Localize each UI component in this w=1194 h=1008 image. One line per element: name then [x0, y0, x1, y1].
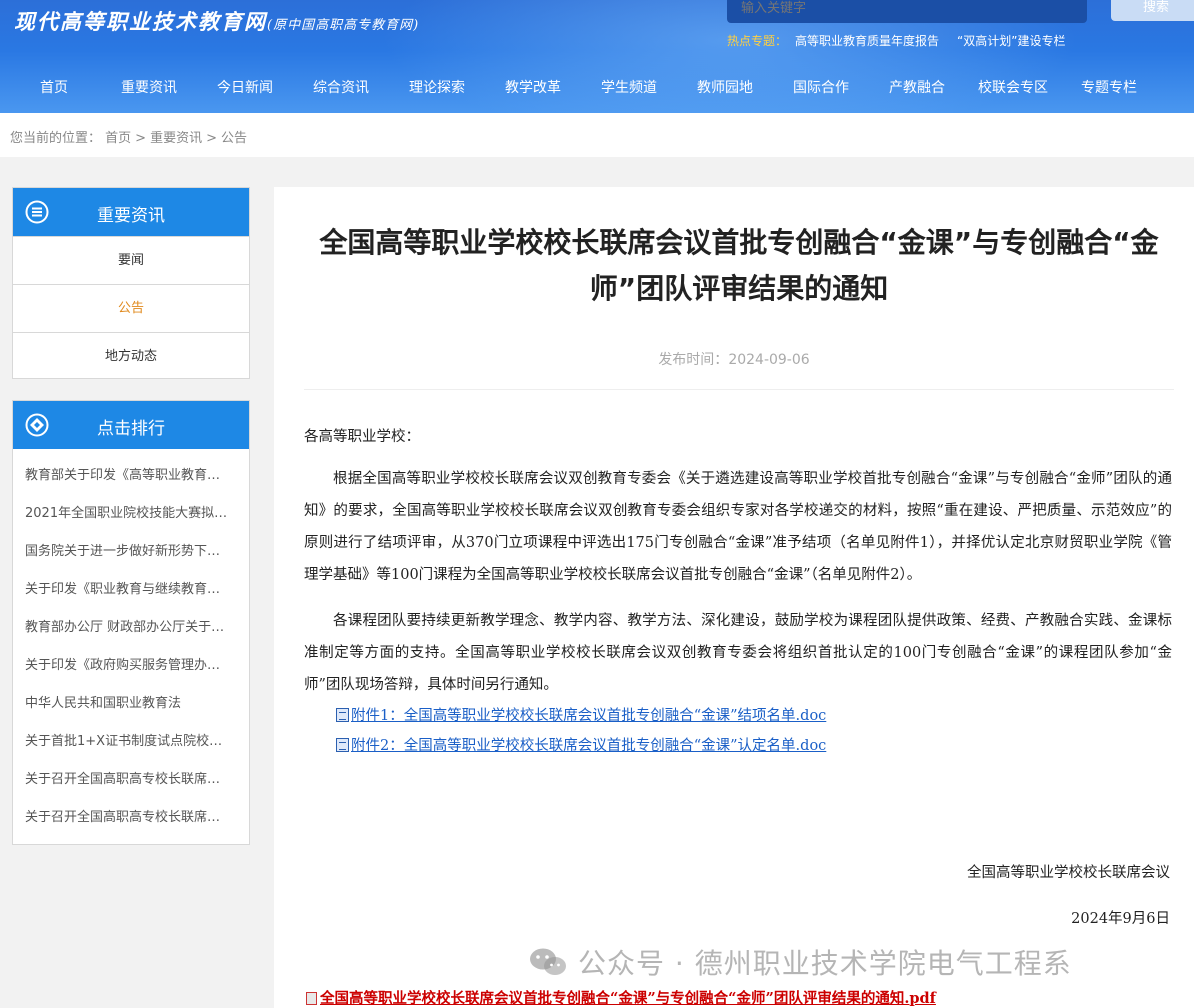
publish-date: 发布时间：2024-09-06	[274, 349, 1194, 369]
article-paragraph: 根据全国高等职业学校校长联席会议双创教育专委会《关于遴选建设高等职业学校首批专创…	[304, 463, 1172, 591]
nav-item-today-news[interactable]: 今日新闻	[217, 77, 273, 97]
list-item[interactable]: 关于召开全国高职高专校长联席…	[13, 763, 241, 801]
breadcrumb-item[interactable]: 重要资讯	[150, 131, 202, 146]
ranking-title: 点击排行	[97, 414, 165, 439]
sidebar-item-local-news[interactable]: 地方动态	[13, 332, 249, 380]
article-greeting: 各高等职业学校：	[304, 425, 1172, 449]
breadcrumb-separator: >	[206, 131, 217, 146]
list-item[interactable]: 关于召开全国高职高专校长联席…	[13, 801, 241, 839]
nav-item-home[interactable]: 首页	[40, 77, 68, 97]
publish-date-label: 发布时间：	[658, 352, 728, 368]
breadcrumb-separator: >	[135, 131, 146, 146]
hot-topics: 热点专题： 高等职业教育质量年度报告 “双高计划”建设专栏	[727, 32, 1083, 49]
search-input[interactable]	[727, 0, 1087, 23]
breadcrumb-item[interactable]: 公告	[221, 131, 247, 146]
hot-topic-link[interactable]: 高等职业教育质量年度报告	[795, 34, 939, 48]
breadcrumb: 您当前的位置： 首页 > 重要资讯 > 公告	[10, 127, 247, 146]
list-item[interactable]: 中华人民共和国职业教育法	[13, 687, 241, 725]
article-paragraph: 各课程团队要持续更新教学理念、教学内容、教学方法、深化建设，鼓励学校为课程团队提…	[304, 605, 1172, 701]
list-item[interactable]: 教育部关于印发《高等职业教育…	[13, 459, 241, 497]
article-body: 各高等职业学校： 根据全国高等职业学校校长联席会议双创教育专委会《关于遴选建设高…	[304, 425, 1172, 761]
nav-item-general-news[interactable]: 综合资讯	[313, 77, 369, 97]
doc-file-icon	[336, 738, 349, 752]
publish-date-value: 2024-09-06	[728, 352, 809, 368]
breadcrumb-item[interactable]: 首页	[105, 131, 131, 146]
breadcrumb-prefix: 您当前的位置：	[10, 131, 101, 146]
attachment-link[interactable]: 附件1：全国高等职业学校校长联席会议首批专创融合“金课”结项名单.doc	[336, 701, 1172, 731]
title-divider	[304, 389, 1174, 390]
diamond-circle-icon	[25, 413, 49, 437]
attachment-label: 附件2：全国高等职业学校校长联席会议首批专创融合“金课”认定名单.doc	[351, 738, 826, 754]
ranking-panel: 点击排行 教育部关于印发《高等职业教育… 2021年全国职业院校技能大赛拟… 国…	[12, 400, 250, 845]
nav-item-international[interactable]: 国际合作	[793, 77, 849, 97]
main-nav: 首页 重要资讯 今日新闻 综合资讯 理论探索 教学改革 学生频道 教师园地 国际…	[0, 77, 1194, 105]
logo-text: 现代高等职业技术教育网	[14, 9, 267, 34]
sidebar-item-announcement[interactable]: 公告	[13, 284, 249, 332]
list-item[interactable]: 2021年全国职业院校技能大赛拟…	[13, 497, 241, 535]
doc-file-icon	[336, 708, 349, 722]
search-button[interactable]: 搜索	[1111, 0, 1194, 21]
hot-topics-label: 热点专题：	[727, 34, 787, 48]
pdf-download-link[interactable]: 全国高等职业学校校长联席会议首批专创融合“金课”与专创融合“金师”团队评审结果的…	[306, 987, 936, 1008]
pdf-link-label: 全国高等职业学校校长联席会议首批专创融合“金课”与专创融合“金师”团队评审结果的…	[320, 990, 936, 1007]
nav-item-industry[interactable]: 产教融合	[889, 77, 945, 97]
list-item[interactable]: 关于印发《职业教育与继续教育…	[13, 573, 241, 611]
category-header: 重要资讯	[13, 188, 249, 236]
wechat-icon	[528, 947, 568, 977]
article-signature: 全国高等职业学校校长联席会议	[967, 861, 1170, 882]
list-circle-icon	[25, 200, 49, 224]
site-logo[interactable]: 现代高等职业技术教育网(原中国高职高专教育网)	[14, 6, 419, 36]
watermark: 公众号 · 德州职业技术学院电气工程系	[528, 942, 1072, 982]
breadcrumb-bar: 您当前的位置： 首页 > 重要资讯 > 公告	[0, 113, 1194, 157]
nav-item-special[interactable]: 专题专栏	[1081, 77, 1137, 97]
nav-item-alliance[interactable]: 校联会专区	[978, 77, 1048, 97]
hot-topic-link[interactable]: “双高计划”建设专栏	[957, 34, 1065, 48]
nav-item-students[interactable]: 学生频道	[601, 77, 657, 97]
article-signature-date: 2024年9月6日	[1071, 907, 1170, 928]
nav-item-teaching-reform[interactable]: 教学改革	[505, 77, 561, 97]
nav-item-theory[interactable]: 理论探索	[409, 77, 465, 97]
attachment-link[interactable]: 附件2：全国高等职业学校校长联席会议首批专创融合“金课”认定名单.doc	[336, 731, 1172, 761]
category-panel: 重要资讯 要闻 公告 地方动态	[12, 187, 250, 379]
sidebar-item-headlines[interactable]: 要闻	[13, 236, 249, 284]
nav-item-important-news[interactable]: 重要资讯	[121, 77, 177, 97]
ranking-header: 点击排行	[13, 401, 249, 449]
category-title: 重要资讯	[97, 201, 165, 226]
article-panel: 全国高等职业学校校长联席会议首批专创融合“金课”与专创融合“金师”团队评审结果的…	[274, 187, 1194, 1008]
list-item[interactable]: 国务院关于进一步做好新形势下…	[13, 535, 241, 573]
nav-item-teachers[interactable]: 教师园地	[697, 77, 753, 97]
logo-subtitle: (原中国高职高专教育网)	[267, 18, 419, 33]
ranking-list: 教育部关于印发《高等职业教育… 2021年全国职业院校技能大赛拟… 国务院关于进…	[13, 449, 249, 839]
list-item[interactable]: 关于首批1+X证书制度试点院校…	[13, 725, 241, 763]
site-header: 现代高等职业技术教育网(原中国高职高专教育网) 搜索 热点专题： 高等职业教育质量…	[0, 0, 1194, 113]
pdf-file-icon	[306, 992, 317, 1005]
watermark-text: 公众号 · 德州职业技术学院电气工程系	[578, 947, 1072, 980]
list-item[interactable]: 教育部办公厅 财政部办公厅关于…	[13, 611, 241, 649]
article-title: 全国高等职业学校校长联席会议首批专创融合“金课”与专创融合“金师”团队评审结果的…	[274, 220, 1194, 312]
attachment-label: 附件1：全国高等职业学校校长联席会议首批专创融合“金课”结项名单.doc	[351, 708, 826, 724]
list-item[interactable]: 关于印发《政府购买服务管理办…	[13, 649, 241, 687]
